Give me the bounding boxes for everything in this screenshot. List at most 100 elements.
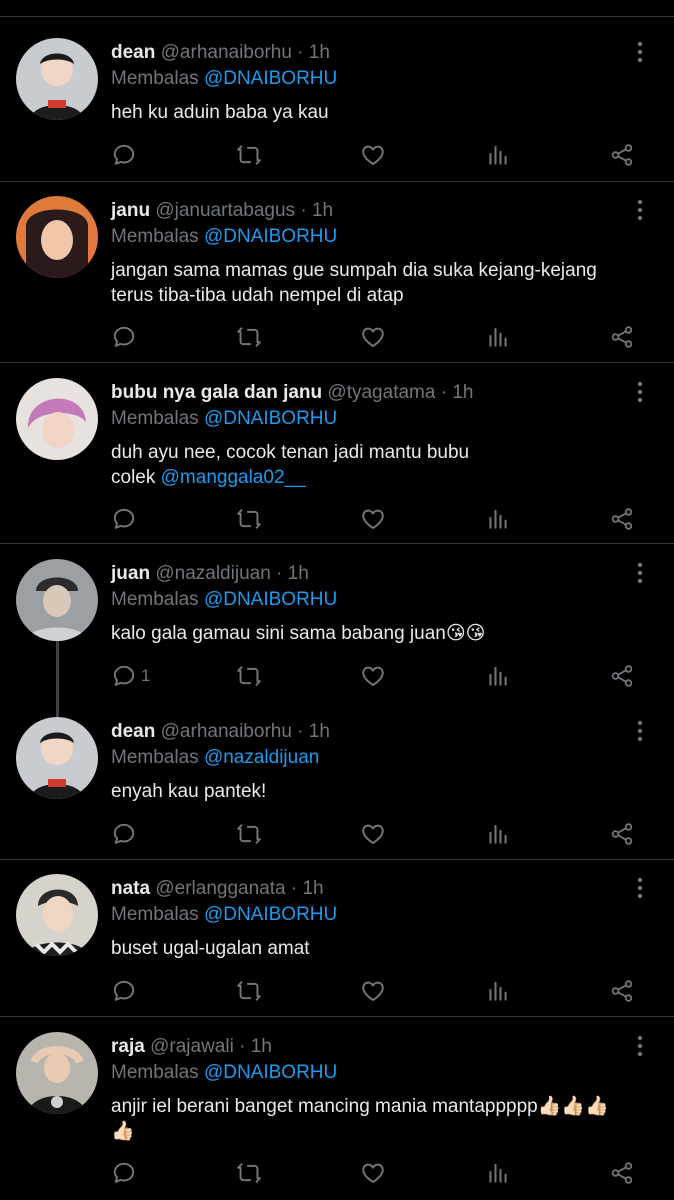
display-name[interactable]: bubu nya gala dan janu (111, 382, 322, 403)
timestamp[interactable]: 1h (288, 563, 309, 584)
avatar[interactable] (16, 717, 98, 799)
timestamp[interactable]: 1h (309, 42, 330, 63)
more-icon[interactable] (630, 198, 650, 222)
share-icon (609, 821, 635, 847)
reply-button[interactable] (111, 322, 137, 352)
more-icon[interactable] (630, 719, 650, 743)
timestamp[interactable]: 1h (302, 878, 323, 899)
separator-dot: · (297, 42, 304, 63)
views-button[interactable] (485, 976, 511, 1006)
mention-link[interactable]: @DNAIBORHU (204, 904, 337, 925)
display-name[interactable]: dean (111, 42, 155, 63)
tweet-text-line: kalo gala gamau sini sama babang juan😘😘 (111, 623, 486, 644)
tweet-text-line: buset ugal-ugalan amat (111, 938, 310, 959)
display-name[interactable]: janu (111, 200, 150, 221)
like-button[interactable] (360, 1158, 386, 1188)
avatar[interactable] (16, 378, 98, 460)
retweet-button[interactable] (236, 140, 262, 170)
timestamp[interactable]: 1h (251, 1036, 272, 1057)
like-button[interactable] (360, 140, 386, 170)
replying-to-label: Membalas (111, 589, 199, 610)
reply-icon (111, 506, 137, 532)
display-name[interactable]: juan (111, 563, 150, 584)
views-button[interactable] (485, 140, 511, 170)
display-name[interactable]: nata (111, 878, 150, 899)
like-button[interactable] (360, 976, 386, 1006)
more-icon[interactable] (630, 380, 650, 404)
mention-link[interactable]: @DNAIBORHU (204, 589, 337, 610)
share-button[interactable] (609, 322, 635, 352)
user-handle[interactable]: @arhanaiborhu (161, 42, 292, 63)
replying-to: Membalas @DNAIBORHU (111, 588, 337, 612)
retweet-button[interactable] (236, 322, 262, 352)
display-name[interactable]: raja (111, 1036, 145, 1057)
views-button[interactable] (485, 819, 511, 849)
replying-to: Membalas @DNAIBORHU (111, 903, 337, 927)
avatar[interactable] (16, 196, 98, 278)
mention-link[interactable]: @DNAIBORHU (204, 408, 337, 429)
tweet-text-line: duh ayu nee, cocok tenan jadi mantu bubu (111, 442, 470, 463)
retweet-icon (236, 324, 262, 350)
share-button[interactable] (609, 140, 635, 170)
retweet-icon (236, 506, 262, 532)
reply-icon (111, 1160, 137, 1186)
like-button[interactable] (360, 661, 386, 691)
reply-button[interactable] (111, 140, 137, 170)
divider (0, 181, 674, 182)
views-button[interactable] (485, 1158, 511, 1188)
avatar[interactable] (16, 1032, 98, 1114)
views-button[interactable] (485, 322, 511, 352)
user-handle[interactable]: @erlangganata (155, 878, 285, 899)
user-handle[interactable]: @rajawali (150, 1036, 234, 1057)
reply-button[interactable]: 1 (111, 661, 150, 691)
avatar[interactable] (16, 38, 98, 120)
tweet-text-line: heh ku aduin baba ya kau (111, 102, 329, 123)
divider (0, 16, 674, 17)
user-handle[interactable]: @nazaldijuan (155, 563, 270, 584)
avatar[interactable] (16, 559, 98, 641)
mention-link[interactable]: @DNAIBORHU (204, 68, 337, 89)
timestamp[interactable]: 1h (309, 721, 330, 742)
timestamp[interactable]: 1h (312, 200, 333, 221)
reply-button[interactable] (111, 976, 137, 1006)
views-button[interactable] (485, 661, 511, 691)
retweet-button[interactable] (236, 819, 262, 849)
replying-to: Membalas @DNAIBORHU (111, 1061, 337, 1085)
share-button[interactable] (609, 661, 635, 691)
retweet-button[interactable] (236, 661, 262, 691)
share-button[interactable] (609, 504, 635, 534)
tweet-header: janu @januartabagus · 1h (111, 199, 333, 223)
tweet-text-segment: colek (111, 467, 161, 488)
action-bar (0, 976, 674, 1006)
display-name[interactable]: dean (111, 721, 155, 742)
views-button[interactable] (485, 504, 511, 534)
reply-button[interactable] (111, 504, 137, 534)
timestamp[interactable]: 1h (452, 382, 473, 403)
share-icon (609, 506, 635, 532)
like-button[interactable] (360, 322, 386, 352)
reply-button[interactable] (111, 819, 137, 849)
user-handle[interactable]: @januartabagus (155, 200, 295, 221)
more-icon[interactable] (630, 561, 650, 585)
more-icon[interactable] (630, 876, 650, 900)
reply-icon (111, 663, 137, 689)
avatar[interactable] (16, 874, 98, 956)
mention-link[interactable]: @DNAIBORHU (204, 226, 337, 247)
like-button[interactable] (360, 504, 386, 534)
retweet-button[interactable] (236, 976, 262, 1006)
more-icon[interactable] (630, 40, 650, 64)
user-handle[interactable]: @arhanaiborhu (161, 721, 292, 742)
more-icon[interactable] (630, 1034, 650, 1058)
retweet-button[interactable] (236, 504, 262, 534)
mention-link[interactable]: @DNAIBORHU (204, 1062, 337, 1083)
like-button[interactable] (360, 819, 386, 849)
reply-button[interactable] (111, 1158, 137, 1188)
share-button[interactable] (609, 1158, 635, 1188)
retweet-button[interactable] (236, 1158, 262, 1188)
replying-to-label: Membalas (111, 68, 199, 89)
mention-link[interactable]: @nazaldijuan (204, 747, 319, 768)
user-handle[interactable]: @tyagatama (327, 382, 435, 403)
mention-link[interactable]: @manggala02__ (161, 467, 306, 488)
share-button[interactable] (609, 819, 635, 849)
share-button[interactable] (609, 976, 635, 1006)
